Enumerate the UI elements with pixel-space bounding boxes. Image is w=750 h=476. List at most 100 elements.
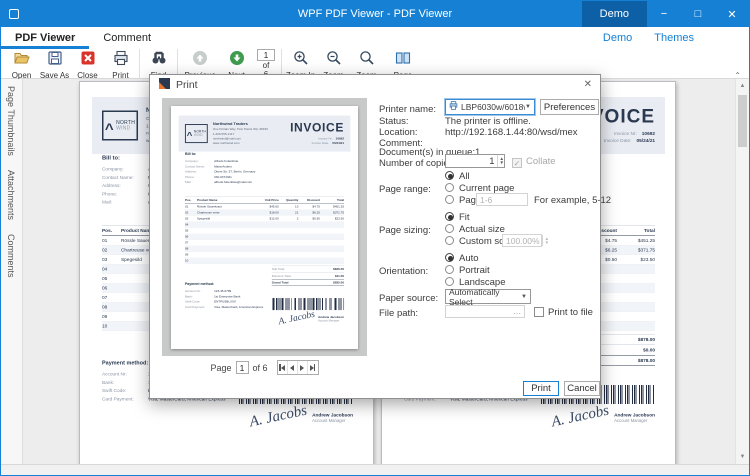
invoice-col-header: Total [320,198,344,201]
tab-pdf-viewer[interactable]: PDF Viewer [1,27,89,49]
scroll-up-icon[interactable]: ▲ [736,79,749,93]
printer-name-value: LBP6030w/6018w [461,102,525,112]
demo-badge[interactable]: Demo [582,1,647,27]
print-preview-page: ^ NORTHWIND Northwind Traders One Portal… [171,106,358,349]
printer-icon [113,50,129,71]
radio-custom-scale[interactable] [445,236,454,245]
status-bar [1,464,749,476]
save-as-button[interactable]: Save As [38,49,71,80]
close-button[interactable]: ✕ [715,1,749,27]
maximize-button[interactable]: □ [681,1,715,27]
print-preview-frame: ^ NORTHWIND Northwind Traders One Portal… [162,98,367,356]
dialog-close-icon[interactable]: ✕ [584,79,592,90]
sidebar-item-attachments[interactable]: Attachments [6,163,16,227]
last-page-button[interactable] [308,361,318,374]
themes-link[interactable]: Themes [654,32,694,44]
file-path-input[interactable]: ... [445,305,525,318]
invoice-nr-label: Invoice Nr: [318,137,332,140]
barcode [272,298,344,310]
scrollbar-thumb[interactable] [738,95,747,147]
invoice-totals: Sub Total$846.50Discount Total$11.50Gran… [272,266,344,286]
payment-method-section: Payment method: Account Nr:123-45-6789Ba… [185,282,263,310]
signature-script: A. Jacobs [550,403,610,429]
signature-role: Account Manager [318,319,344,322]
invoice-col-header: Product Name [197,198,255,201]
status-label: Status: [379,116,409,127]
bill-to-label: Mail: [185,180,214,185]
collate-option: ✓Collate [512,156,556,168]
radio-all[interactable] [445,171,454,180]
signature-block: A. Jacobs Andrew Jacobson Account Manage… [551,409,655,423]
invoice-document: ^ NORTHWIND Northwind Traders One Portal… [171,106,358,349]
print-to-file-option[interactable]: Print to file [534,307,593,318]
sidebar-item-page-thumbnails[interactable]: Page Thumbnails [6,79,16,163]
left-panel-tabs: Page Thumbnails Attachments Comments [1,79,23,464]
bill-to-value: alfreds.futterkiste@mail.com [214,180,255,185]
preferences-button[interactable]: Preferences [540,99,599,115]
copies-input[interactable]: 1 ▲▼ [445,154,505,168]
radio-fit[interactable] [445,212,454,221]
sizing-actual-option[interactable]: Actual size [445,224,505,235]
preview-page-navigation: Page of 6 [162,360,367,375]
invoice-title: INVOICE [290,122,344,135]
paper-source-combo[interactable]: Automatically Select ▼ [445,289,531,304]
printer-small-icon [449,101,458,113]
radio-pages[interactable] [445,195,454,204]
invoice-col-header: Pos. [102,228,121,234]
open-folder-icon [14,50,30,71]
bill-to-section: Bill to: Company:Alfreds FutterkisteCont… [185,152,255,185]
vertical-scrollbar[interactable]: ▲ ▼ [735,79,749,464]
print-button[interactable]: Print [104,49,137,80]
previous-page-nav-button[interactable] [288,361,298,374]
radio-portrait[interactable] [445,265,454,274]
range-all-option[interactable]: All [445,171,470,182]
demo-link[interactable]: Demo [603,32,632,44]
minimize-button[interactable]: − [647,1,681,27]
radio-actual-size[interactable] [445,224,454,233]
collate-checkbox[interactable]: ✓ [512,158,522,168]
bill-to-label: Company: [102,166,148,174]
print-to-file-checkbox[interactable] [534,307,544,317]
invoice-nr-label: Invoice Nr: [614,131,637,137]
radio-landscape[interactable] [445,277,454,286]
invoice-header-band: ^ NORTHWIND Northwind Traders One Portal… [179,116,351,152]
orientation-auto-option[interactable]: Auto [445,253,479,264]
print-dialog-icon [159,78,170,92]
orientation-portrait-option[interactable]: Portrait [445,265,490,276]
custom-scale-spinner[interactable]: ▲▼ [542,235,549,246]
invoice-date: 05/24/21 [332,141,344,144]
bill-to-label: Mail: [102,199,148,207]
payment-label: Card Payment: [102,395,148,403]
sizing-fit-option[interactable]: Fit [445,212,470,223]
radio-auto[interactable] [445,253,454,262]
invoice-total-row: Sub Total$846.50 [272,266,344,273]
close-x-icon [80,50,96,71]
tab-comment[interactable]: Comment [89,27,165,49]
signature-script: A. Jacobs [277,310,315,326]
printer-name-combo[interactable]: LBP6030w/6018w ▼ [445,99,535,115]
radio-current-page[interactable] [445,183,454,192]
next-down-arrow-icon [229,50,245,71]
pages-hint: For example, 5-12 [534,195,611,206]
invoice-date: 05/24/21 [637,138,655,144]
signature-block: A. Jacobs Andrew Jacobson Account Manage… [249,409,353,423]
zoom-in-icon [293,50,309,71]
ribbon: PDF Viewer Comment Demo Themes Open ▼ [1,27,749,79]
copies-spinner[interactable]: ▲▼ [497,155,504,167]
combo-arrow-icon: ▼ [525,104,531,110]
preview-page-input[interactable] [236,361,249,374]
browse-button[interactable]: ... [513,306,524,317]
page-number-input[interactable] [257,49,275,61]
pages-input[interactable]: 1-6 [476,193,528,206]
close-document-button[interactable]: Close [71,49,104,80]
print-confirm-button[interactable]: Print [523,381,559,396]
app-window: WPF PDF Viewer - PDF Viewer Demo − □ ✕ P… [0,0,750,476]
next-page-nav-button[interactable] [298,361,308,374]
first-page-button[interactable] [278,361,288,374]
company-name: Northwind Traders [213,122,268,126]
scroll-down-icon[interactable]: ▼ [736,450,749,464]
custom-scale-input[interactable]: 100.00% ▲▼ [502,234,542,247]
status-value: The printer is offline. [445,116,531,127]
cancel-button[interactable]: Cancel [564,381,600,396]
sidebar-item-comments[interactable]: Comments [6,227,16,285]
